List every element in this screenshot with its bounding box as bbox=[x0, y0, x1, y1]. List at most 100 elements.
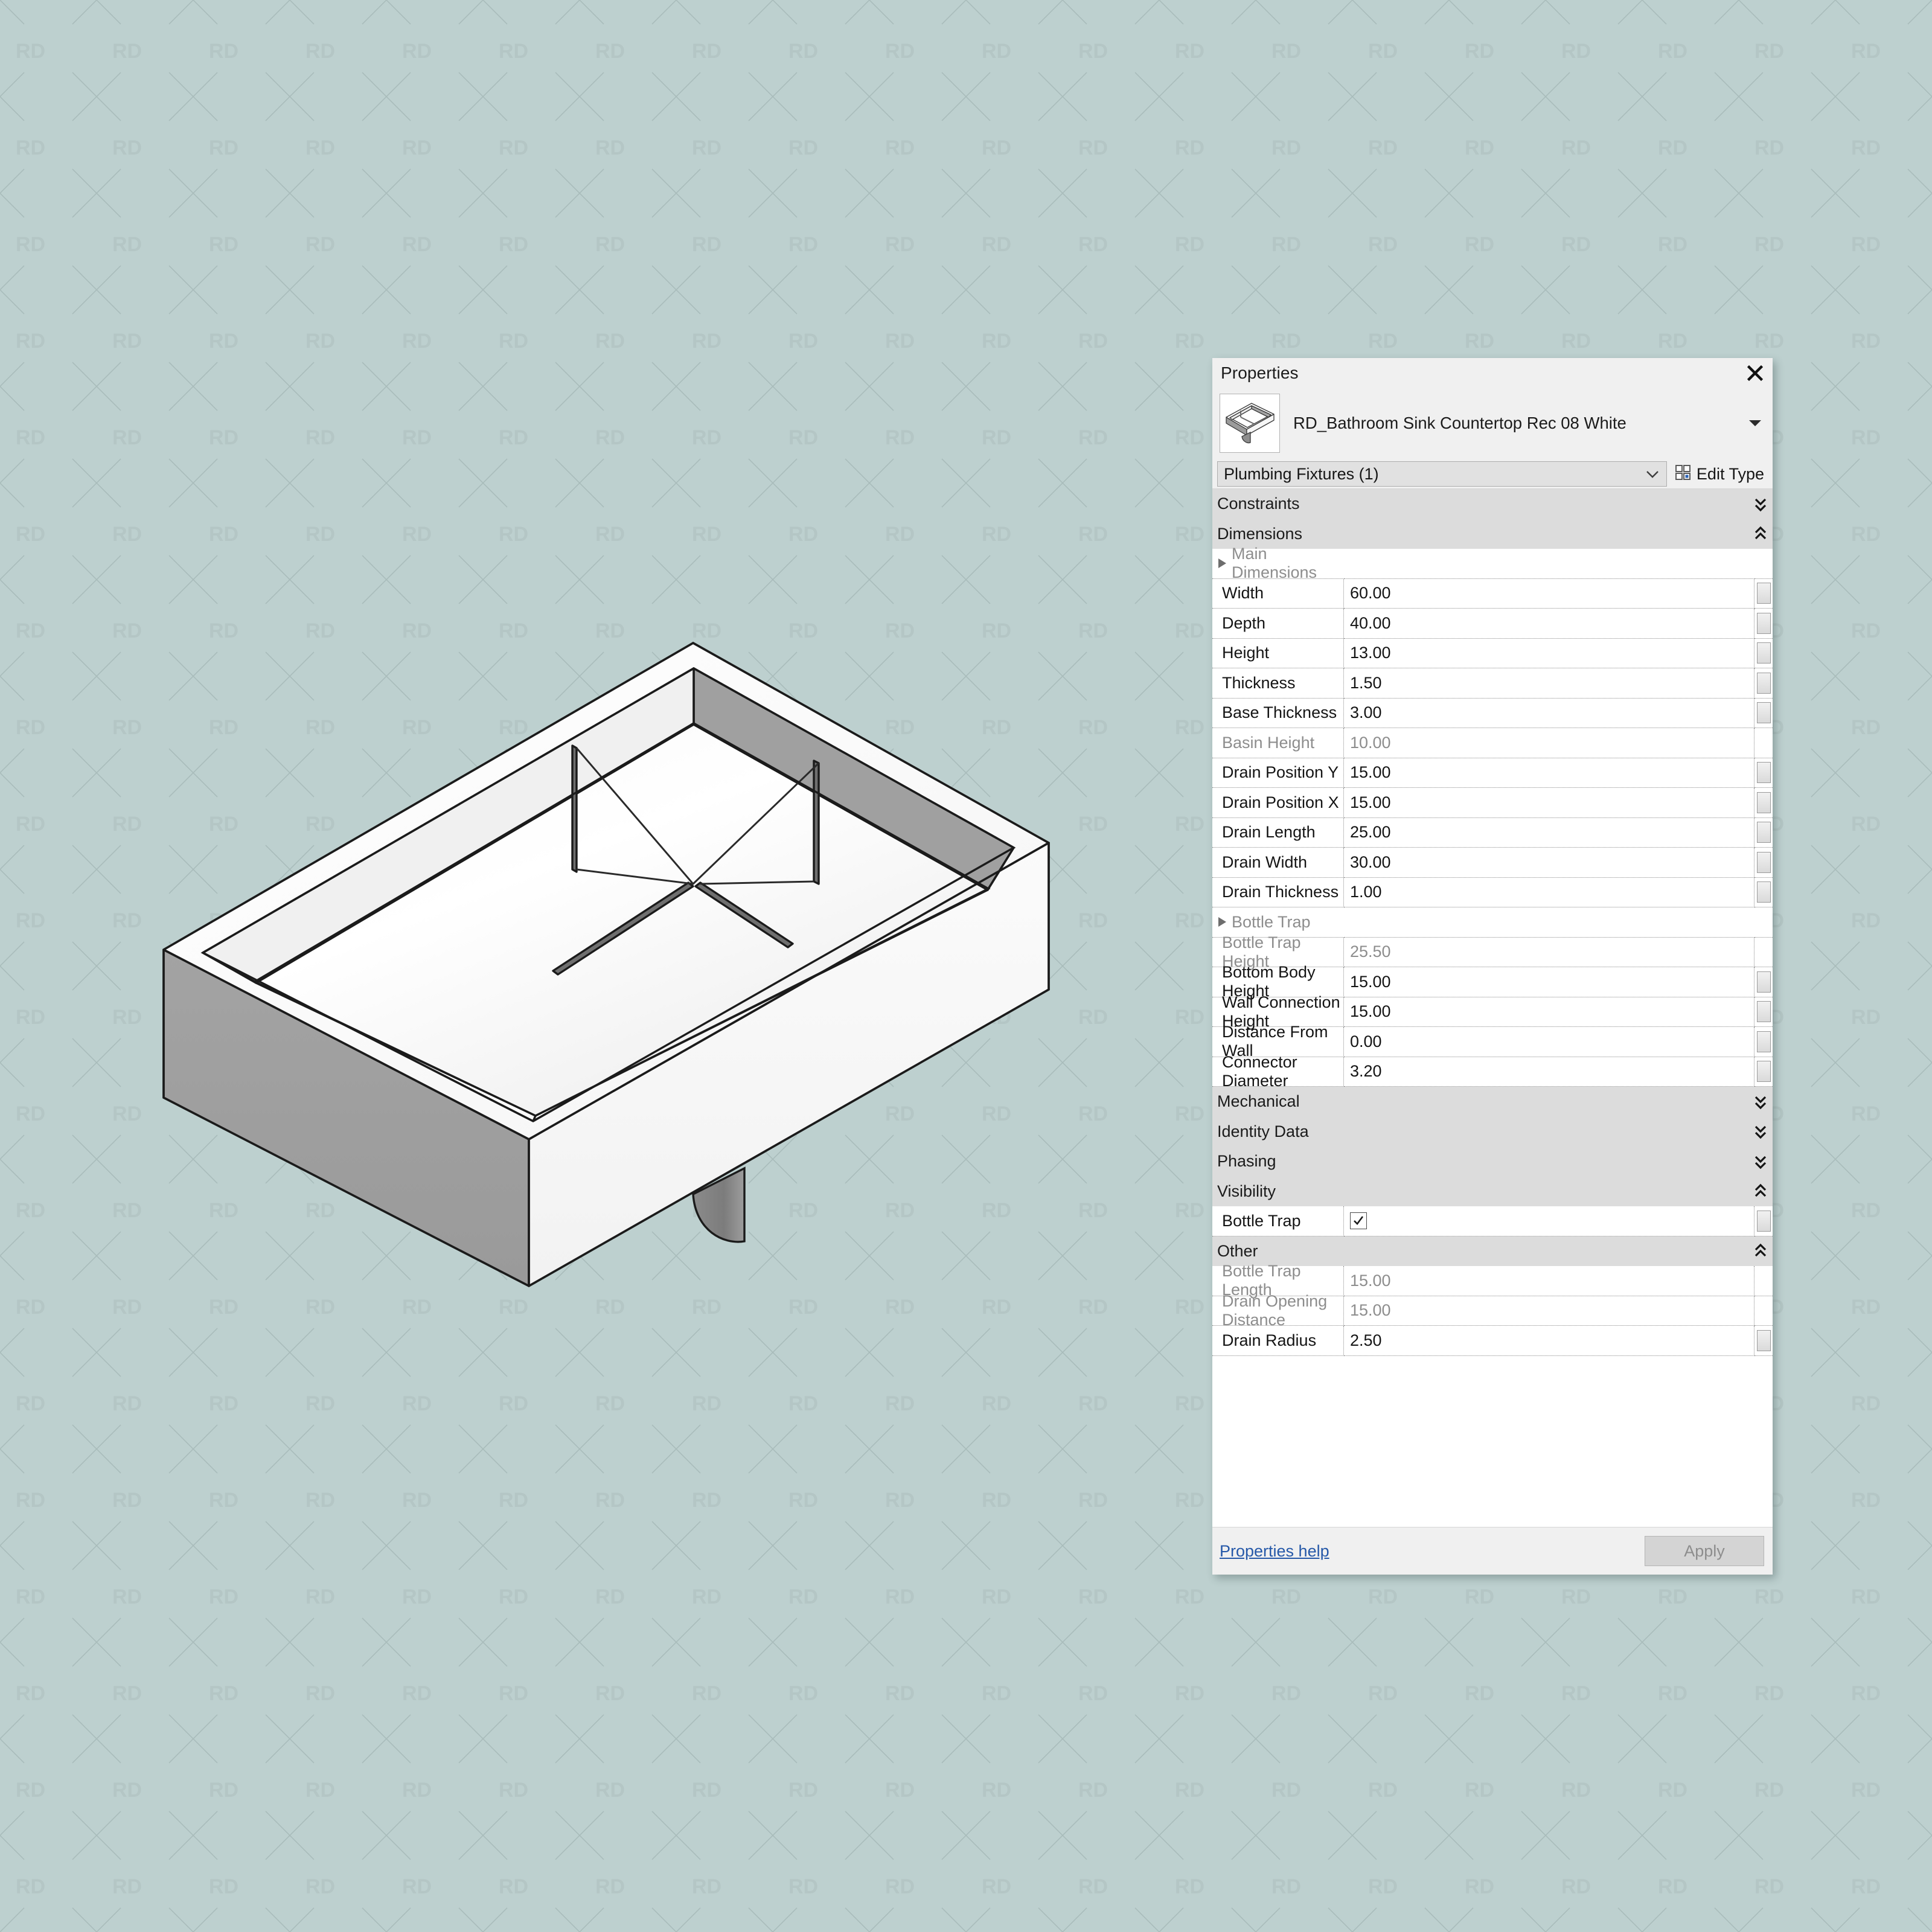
parameter-group-header[interactable]: Identity Data bbox=[1212, 1117, 1773, 1147]
parameter-value[interactable]: 1.00 bbox=[1344, 878, 1754, 908]
type-thumbnail bbox=[1220, 394, 1280, 453]
parameter-group-label: Mechanical bbox=[1212, 1087, 1748, 1117]
double-chevron-up-icon[interactable] bbox=[1748, 519, 1773, 549]
parameter-value[interactable]: 30.00 bbox=[1344, 848, 1754, 878]
type-header: RD_Bathroom Sink Countertop Rec 08 White bbox=[1212, 388, 1773, 459]
parameter-value[interactable]: 15.00 bbox=[1344, 967, 1754, 997]
parameter-row[interactable]: Drain Radius2.50 bbox=[1212, 1326, 1773, 1356]
parameter-row[interactable]: Depth40.00 bbox=[1212, 609, 1773, 639]
associate-parameter-button[interactable] bbox=[1757, 702, 1771, 723]
parameter-assoc-cell bbox=[1754, 907, 1773, 938]
associate-parameter-button[interactable] bbox=[1757, 1330, 1771, 1351]
double-chevron-down-icon[interactable] bbox=[1748, 489, 1773, 519]
parameter-row[interactable]: Base Thickness3.00 bbox=[1212, 699, 1773, 729]
parameter-value[interactable]: 2.50 bbox=[1344, 1326, 1754, 1356]
parameter-row[interactable]: Drain Length25.00 bbox=[1212, 818, 1773, 848]
parameter-value[interactable]: 3.00 bbox=[1344, 699, 1754, 729]
parameter-name: Main Dimensions bbox=[1212, 549, 1344, 579]
parameter-value[interactable]: 15.00 bbox=[1344, 997, 1754, 1028]
double-chevron-down-icon[interactable] bbox=[1748, 1117, 1773, 1147]
triangle-right-icon[interactable] bbox=[1218, 558, 1226, 568]
parameter-value[interactable]: 25.00 bbox=[1344, 818, 1754, 848]
parameter-assoc-cell bbox=[1754, 1326, 1773, 1356]
parameter-subheader-label: Main Dimensions bbox=[1232, 545, 1343, 582]
edit-type-label: Edit Type bbox=[1697, 465, 1764, 484]
parameter-row[interactable]: Drain Opening Distance15.00 bbox=[1212, 1296, 1773, 1326]
parameter-assoc-cell bbox=[1754, 609, 1773, 639]
parameter-assoc-cell bbox=[1754, 848, 1773, 878]
parameter-row[interactable]: Height13.00 bbox=[1212, 639, 1773, 669]
associate-parameter-button[interactable] bbox=[1757, 762, 1771, 783]
parameter-checkbox-cell[interactable] bbox=[1344, 1206, 1754, 1236]
associate-parameter-button[interactable] bbox=[1757, 881, 1771, 903]
associate-parameter-button[interactable] bbox=[1757, 642, 1771, 664]
parameter-assoc-cell bbox=[1754, 1296, 1773, 1326]
parameter-value: 25.50 bbox=[1344, 938, 1754, 968]
parameter-row[interactable]: Drain Thickness1.00 bbox=[1212, 878, 1773, 908]
associate-parameter-button[interactable] bbox=[1757, 792, 1771, 813]
associate-parameter-button[interactable] bbox=[1757, 1211, 1771, 1232]
double-chevron-down-icon[interactable] bbox=[1748, 1147, 1773, 1177]
parameter-value[interactable]: 0.00 bbox=[1344, 1027, 1754, 1057]
associate-parameter-button[interactable] bbox=[1757, 613, 1771, 634]
parameter-row[interactable]: Thickness1.50 bbox=[1212, 668, 1773, 699]
parameter-group-label: Visibility bbox=[1212, 1177, 1748, 1207]
parameter-row[interactable]: Drain Position X15.00 bbox=[1212, 788, 1773, 818]
parameter-name: Connector Diameter bbox=[1212, 1057, 1344, 1087]
chevron-down-icon[interactable] bbox=[1742, 391, 1768, 456]
associate-parameter-button[interactable] bbox=[1757, 1061, 1771, 1082]
parameter-row[interactable]: Bottle Trap bbox=[1212, 1206, 1773, 1236]
parameter-subheader-row[interactable]: Main Dimensions bbox=[1212, 549, 1773, 579]
associate-parameter-button[interactable] bbox=[1757, 822, 1771, 843]
parameter-table[interactable]: ConstraintsDimensionsMain DimensionsWidt… bbox=[1212, 488, 1773, 1527]
parameter-name: Base Thickness bbox=[1212, 699, 1344, 729]
parameter-group-header[interactable]: Phasing bbox=[1212, 1147, 1773, 1177]
properties-help-link[interactable]: Properties help bbox=[1220, 1542, 1645, 1561]
parameter-name: Drain Thickness bbox=[1212, 878, 1344, 908]
double-chevron-up-icon[interactable] bbox=[1748, 1236, 1773, 1267]
parameter-assoc-cell bbox=[1754, 758, 1773, 788]
double-chevron-up-icon[interactable] bbox=[1748, 1177, 1773, 1207]
parameter-value[interactable]: 3.20 bbox=[1344, 1057, 1754, 1087]
edit-type-button[interactable]: Edit Type bbox=[1672, 463, 1769, 485]
parameter-value[interactable]: 15.00 bbox=[1344, 758, 1754, 788]
parameter-row[interactable]: Drain Width30.00 bbox=[1212, 848, 1773, 878]
parameter-name: Depth bbox=[1212, 609, 1344, 639]
associate-parameter-button[interactable] bbox=[1757, 852, 1771, 873]
parameter-row[interactable]: Width60.00 bbox=[1212, 579, 1773, 609]
properties-palette[interactable]: Properties RD_ bbox=[1212, 358, 1773, 1575]
double-chevron-down-icon[interactable] bbox=[1748, 1087, 1773, 1117]
checkbox-checked-icon[interactable] bbox=[1350, 1212, 1367, 1229]
category-select[interactable]: Plumbing Fixtures (1) bbox=[1217, 461, 1667, 487]
properties-footer: Properties help Apply bbox=[1212, 1527, 1773, 1575]
parameter-assoc-cell bbox=[1754, 549, 1773, 579]
parameter-assoc-cell bbox=[1754, 668, 1773, 699]
associate-parameter-button[interactable] bbox=[1757, 673, 1771, 694]
parameter-row[interactable]: Drain Position Y15.00 bbox=[1212, 758, 1773, 788]
close-icon[interactable] bbox=[1741, 360, 1769, 386]
triangle-right-icon[interactable] bbox=[1218, 917, 1226, 927]
parameter-value[interactable]: 1.50 bbox=[1344, 668, 1754, 699]
associate-parameter-button[interactable] bbox=[1757, 583, 1771, 604]
parameter-value[interactable]: 13.00 bbox=[1344, 639, 1754, 669]
parameter-assoc-cell bbox=[1754, 1206, 1773, 1236]
apply-button[interactable]: Apply bbox=[1645, 1536, 1764, 1566]
parameter-value[interactable]: 15.00 bbox=[1344, 788, 1754, 818]
associate-parameter-button[interactable] bbox=[1757, 1031, 1771, 1052]
parameter-name: Height bbox=[1212, 639, 1344, 669]
associate-parameter-button[interactable] bbox=[1757, 1001, 1771, 1022]
parameter-group-header[interactable]: Constraints bbox=[1212, 489, 1773, 519]
parameter-name: Drain Position X bbox=[1212, 788, 1344, 818]
properties-titlebar: Properties bbox=[1212, 358, 1773, 388]
parameter-value[interactable]: 60.00 bbox=[1344, 579, 1754, 609]
parameter-name: Drain Opening Distance bbox=[1212, 1296, 1344, 1326]
associate-parameter-button[interactable] bbox=[1757, 971, 1771, 993]
parameter-assoc-cell bbox=[1754, 818, 1773, 848]
parameter-name: Drain Position Y bbox=[1212, 758, 1344, 788]
parameter-row[interactable]: Connector Diameter3.20 bbox=[1212, 1057, 1773, 1087]
parameter-value[interactable]: 40.00 bbox=[1344, 609, 1754, 639]
parameter-group-header[interactable]: Mechanical bbox=[1212, 1087, 1773, 1117]
parameter-row[interactable]: Basin Height10.00 bbox=[1212, 728, 1773, 758]
parameter-assoc-cell bbox=[1754, 997, 1773, 1028]
parameter-group-header[interactable]: Visibility bbox=[1212, 1177, 1773, 1207]
